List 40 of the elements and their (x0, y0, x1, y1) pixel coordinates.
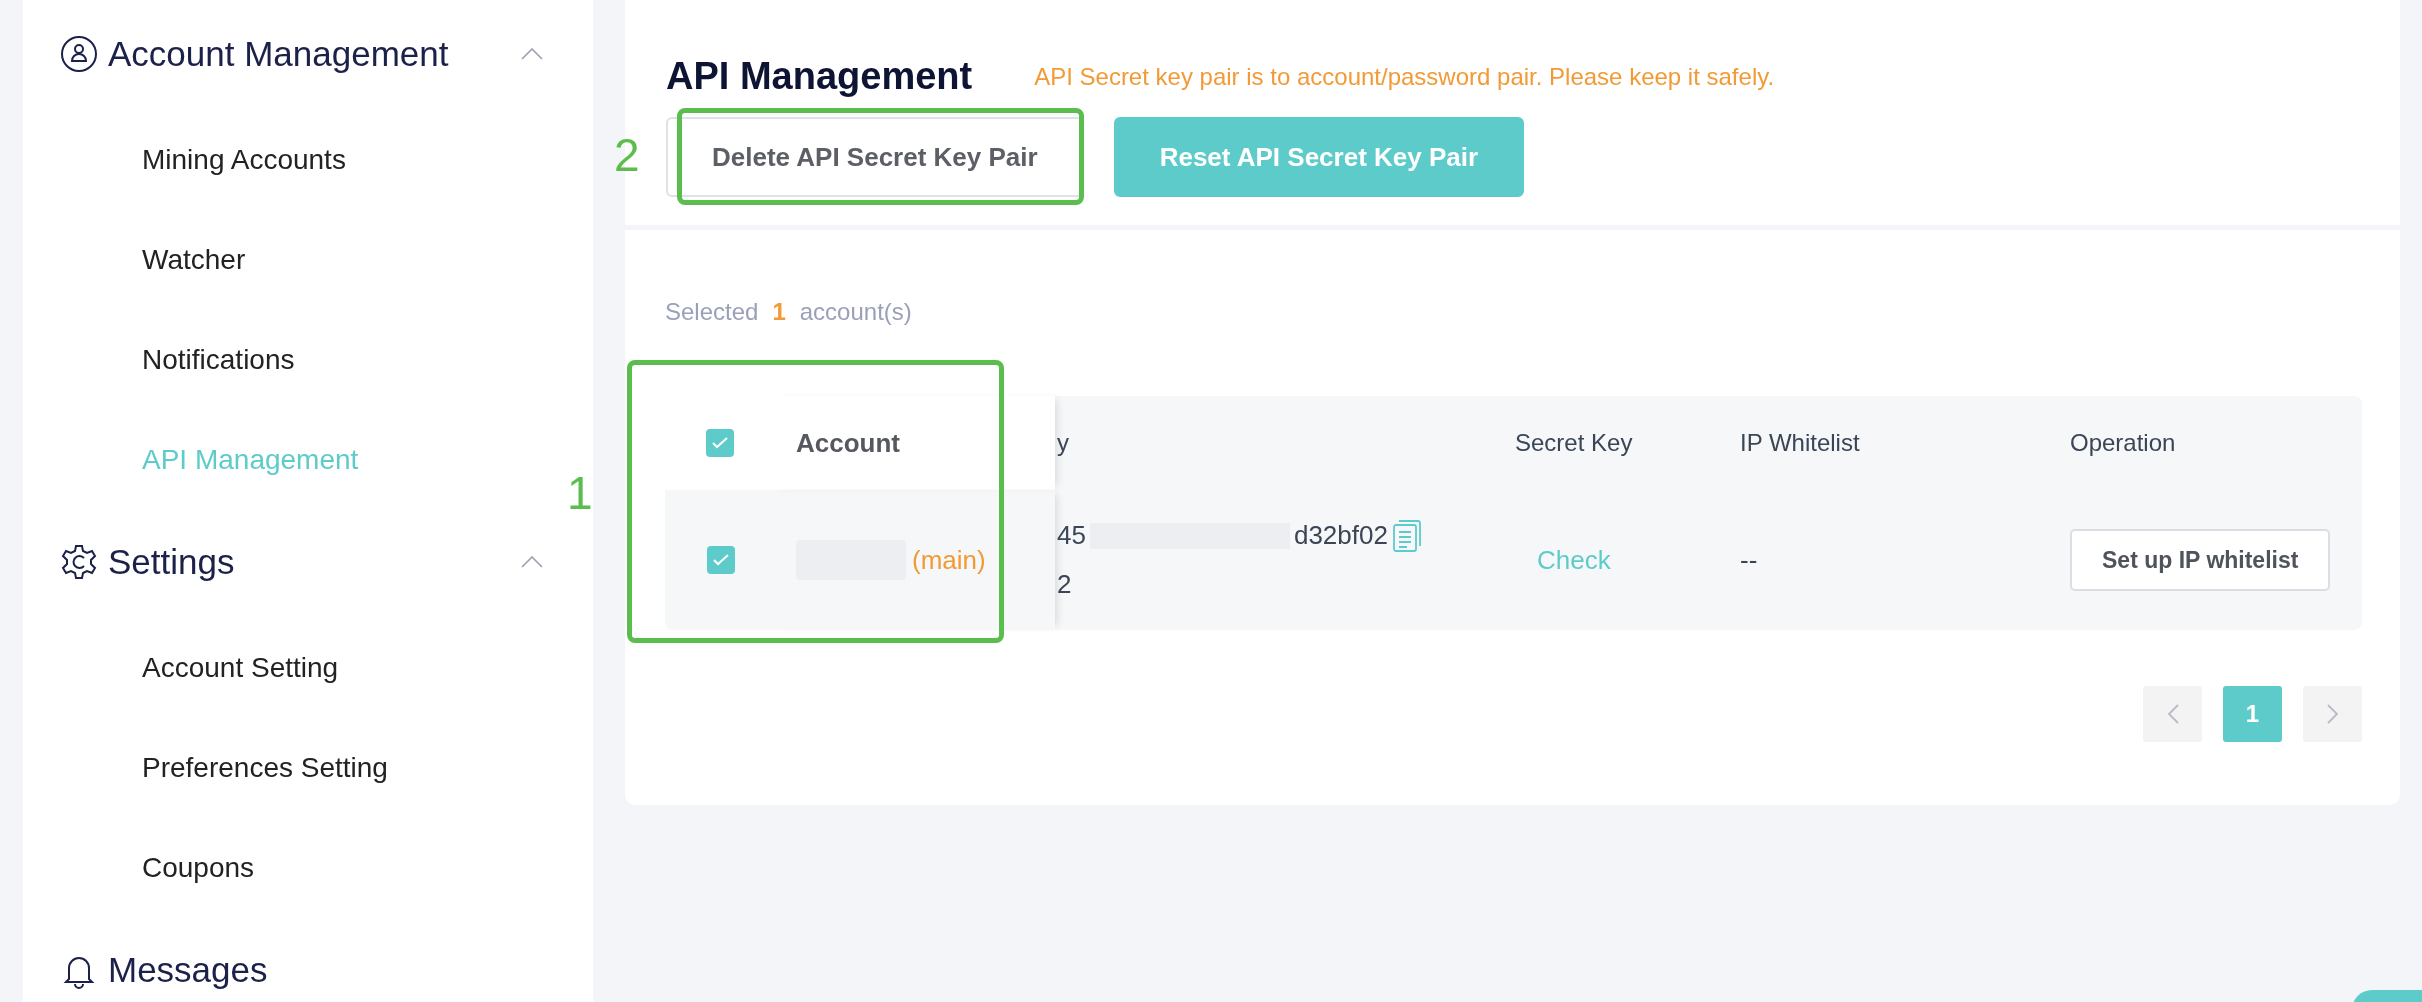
selection-label: account(s) (799, 297, 912, 327)
key-text: 45 (1057, 519, 1086, 552)
sidebar-item[interactable]: Notifications (60, 340, 543, 380)
annotation-label: 2 (614, 132, 640, 178)
next-page-button[interactable] (2303, 686, 2362, 742)
check-icon (713, 554, 729, 566)
previous-page-button[interactable] (2143, 686, 2202, 742)
section-heading[interactable]: Messages (108, 943, 543, 997)
chevron-icon[interactable] (521, 556, 543, 568)
copy-icon[interactable] (1391, 518, 1422, 553)
selection-label: Selected (665, 297, 759, 327)
column-header: IP Whitelist (1739, 428, 1861, 458)
section-heading[interactable]: Account Management (108, 27, 511, 81)
chevron-icon (2326, 704, 2339, 724)
sidebar-item[interactable]: Watcher (60, 240, 543, 280)
sidebar-item[interactable]: Preferences Setting (60, 748, 543, 788)
checkbox[interactable] (707, 546, 735, 574)
selection-count: 1 (772, 297, 786, 327)
notice-text: API Secret key pair is to account/password pair. Please keep it safely. (1034, 61, 1775, 92)
page-title: API Management (666, 54, 973, 99)
column-header: y (1056, 428, 1070, 458)
key-text: d32bf02 (1293, 519, 1388, 552)
column-header: Secret Key (1514, 428, 1634, 458)
user-icon (60, 35, 98, 73)
column-header: Account (770, 396, 1055, 490)
settings-icon (60, 543, 98, 581)
sidebar-item[interactable]: Coupons (60, 848, 543, 888)
key-text: 2 (1057, 568, 1072, 601)
check-icon (712, 437, 728, 449)
checkbox[interactable] (706, 429, 734, 457)
chevron-icon[interactable] (521, 48, 543, 60)
section-heading[interactable]: Settings (108, 535, 511, 589)
column-header: Operation (2069, 428, 2177, 458)
sidebar-item[interactable]: Account Setting (60, 648, 543, 688)
account-tag: (main) (912, 540, 986, 580)
chevron-icon (2166, 704, 2179, 724)
annotation-label: 1 (567, 470, 593, 516)
table-cell-text: -- (1739, 543, 1759, 577)
sidebar-item[interactable]: Mining Accounts (60, 140, 543, 180)
whitelist-button[interactable]: Set up IP whitelist (2070, 529, 2331, 591)
